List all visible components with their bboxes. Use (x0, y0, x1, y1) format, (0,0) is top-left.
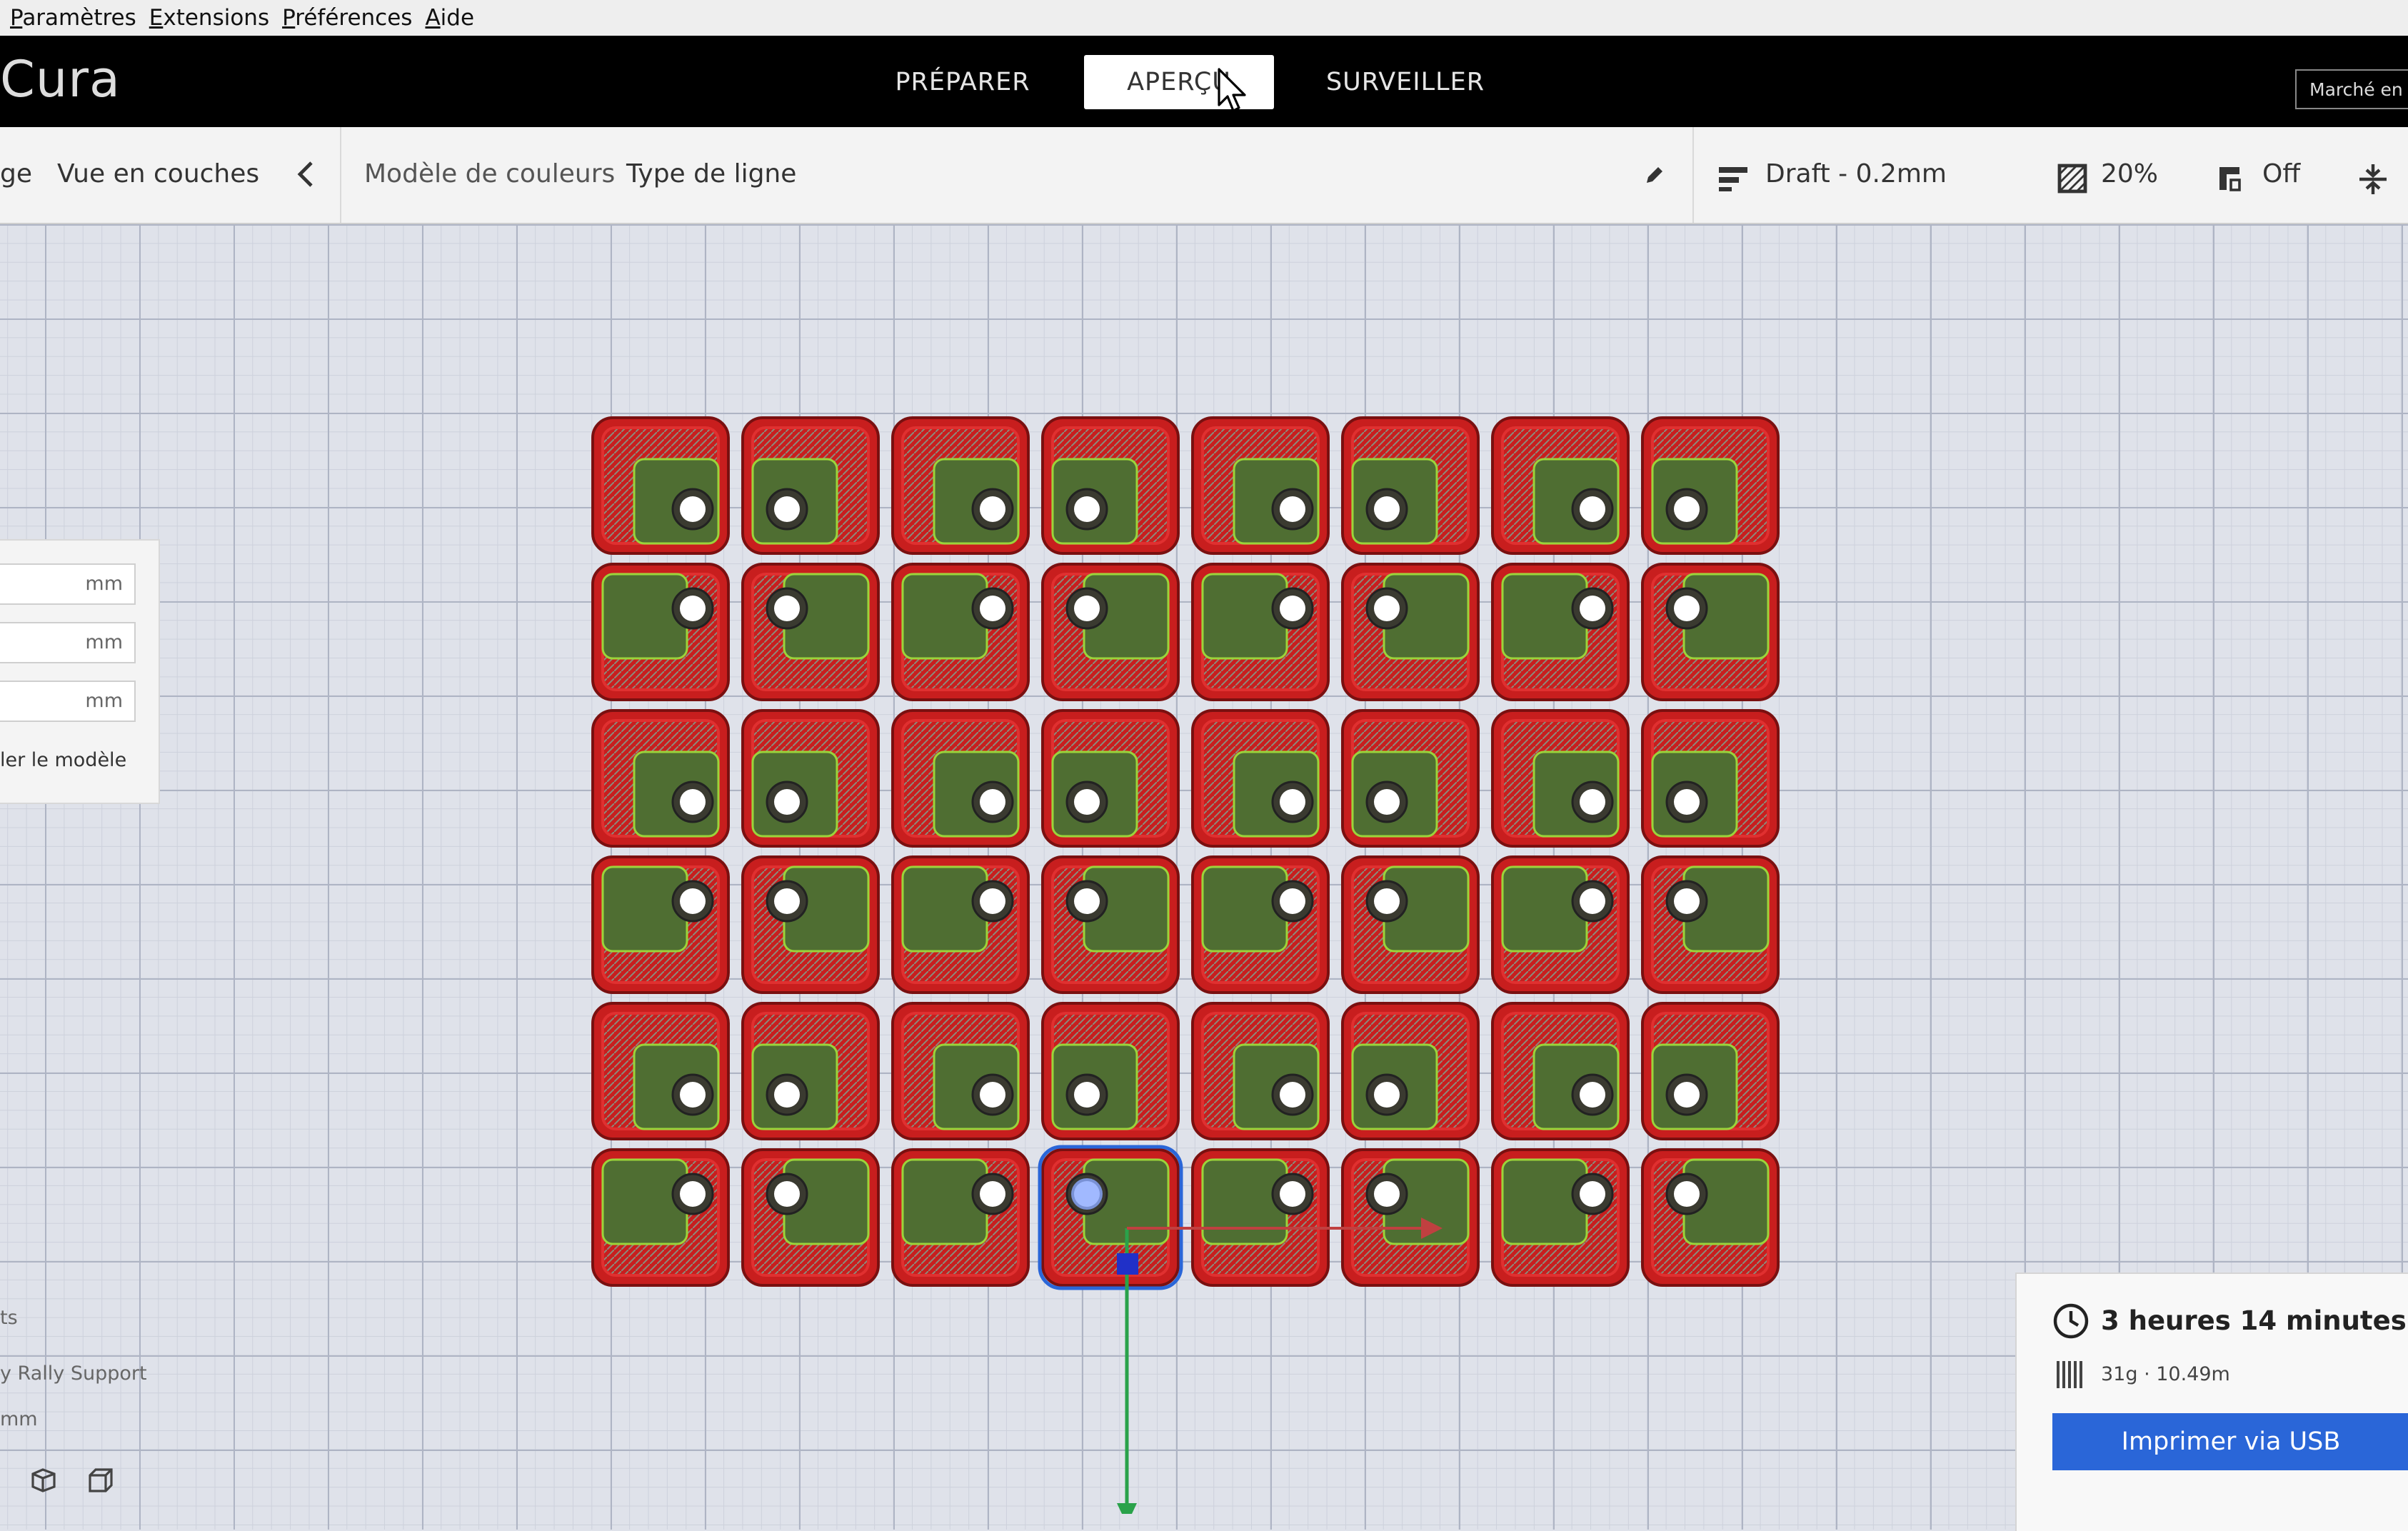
sliced-model[interactable] (741, 1148, 880, 1287)
support-value[interactable]: Off (2262, 159, 2300, 189)
header-bar: Cura PRÉPARER APERÇU SURVEILLER Marché e… (0, 36, 2408, 127)
view-type-select[interactable]: Vue en couches (57, 159, 259, 189)
sliced-model[interactable] (1491, 563, 1630, 701)
sliced-model[interactable] (741, 563, 880, 701)
sliced-model[interactable] (1491, 855, 1630, 994)
profile-value[interactable]: Draft - 0.2mm (1765, 159, 1947, 189)
menu-preferences[interactable]: Préférences (282, 5, 412, 31)
sliced-model[interactable] (1191, 563, 1330, 701)
scale-y-field[interactable]: mm (0, 622, 136, 663)
menu-extensions[interactable]: Extensions (149, 5, 269, 31)
filament-icon (2057, 1361, 2082, 1388)
menu-parametres[interactable]: Paramètres (10, 5, 136, 31)
sliced-model[interactable] (891, 1148, 1030, 1287)
print-usb-button[interactable]: Imprimer via USB (2052, 1413, 2408, 1470)
menu-aide[interactable]: Aide (425, 5, 474, 31)
sliced-model[interactable] (1491, 709, 1630, 848)
sliced-models[interactable] (586, 411, 1800, 1514)
infill-value[interactable]: 20% (2101, 159, 2158, 189)
tab-monitor[interactable]: SURVEILLER (1313, 55, 1498, 109)
sliced-model[interactable] (1341, 1148, 1480, 1287)
left-label-3: mm (0, 1408, 38, 1430)
sliced-model[interactable] (1041, 563, 1180, 701)
sliced-model[interactable] (891, 416, 1030, 555)
sliced-model[interactable] (1491, 1148, 1630, 1287)
sliced-model[interactable] (1191, 1148, 1330, 1287)
sliced-model[interactable] (1641, 563, 1780, 701)
view-toolbar: ge Vue en couches Modèle de couleurs Typ… (0, 127, 2408, 224)
adhesion-icon[interactable] (2357, 163, 2389, 196)
sliced-model[interactable] (591, 855, 730, 994)
sliced-model[interactable] (1641, 1148, 1780, 1287)
sliced-model[interactable] (1491, 1002, 1630, 1140)
sliced-model[interactable] (1191, 709, 1330, 848)
infill-icon (2057, 164, 2087, 194)
sliced-model[interactable] (891, 709, 1030, 848)
sliced-model[interactable] (1191, 416, 1330, 555)
left-label-2: y Rally Support (0, 1362, 147, 1385)
sliced-model[interactable] (891, 855, 1030, 994)
sliced-model[interactable] (1341, 1002, 1480, 1140)
sliced-model[interactable] (1491, 416, 1630, 555)
material-usage: 31g · 10.49m (2101, 1363, 2230, 1385)
sliced-model[interactable] (1041, 855, 1180, 994)
print-info-panel: 3 heures 14 minutes 31g · 10.49m Imprime… (2015, 1273, 2408, 1531)
divider (1692, 127, 1694, 223)
menu-bar: Paramètres Extensions Préférences Aide (0, 0, 2408, 36)
sliced-model[interactable] (1191, 1002, 1330, 1140)
sliced-model[interactable] (891, 1002, 1030, 1140)
sliced-model[interactable] (1641, 709, 1780, 848)
mouse-cursor-icon (1218, 68, 1246, 112)
chevron-left-icon[interactable] (294, 160, 318, 189)
scale-panel: mm mm mm ler le modèle (0, 539, 160, 804)
sliced-model[interactable] (591, 563, 730, 701)
sliced-model[interactable] (1341, 709, 1480, 848)
clock-icon (2053, 1303, 2089, 1339)
view-front-icon[interactable] (86, 1465, 116, 1495)
scale-model-checkbox-label[interactable]: ler le modèle (0, 749, 126, 771)
sliced-model[interactable] (741, 1002, 880, 1140)
profile-icon (1719, 167, 1747, 191)
sliced-model[interactable] (591, 1002, 730, 1140)
sliced-model[interactable] (591, 1148, 730, 1287)
marketplace-button[interactable]: Marché en (2295, 69, 2408, 109)
view-3d-icon[interactable] (29, 1465, 59, 1495)
pencil-icon[interactable] (1644, 164, 1665, 186)
sliced-model[interactable] (891, 563, 1030, 701)
sliced-model[interactable] (1641, 855, 1780, 994)
print-time: 3 heures 14 minutes (2101, 1305, 2407, 1336)
color-scheme-label: Modèle de couleurs (364, 159, 616, 189)
tab-prepare[interactable]: PRÉPARER (877, 55, 1048, 109)
divider (340, 127, 341, 223)
app-title: Cura (0, 50, 121, 109)
sliced-model[interactable] (741, 416, 880, 555)
sliced-model[interactable] (1191, 855, 1330, 994)
color-scheme-select[interactable]: Type de ligne (626, 159, 796, 189)
sliced-model[interactable] (1041, 416, 1180, 555)
sliced-model[interactable] (1341, 855, 1480, 994)
sliced-model[interactable] (1041, 709, 1180, 848)
scale-z-field[interactable]: mm (0, 681, 136, 722)
scale-x-field[interactable]: mm (0, 563, 136, 605)
view-label-fragment: ge (0, 159, 32, 189)
sliced-model[interactable] (1038, 1145, 1183, 1290)
sliced-model[interactable] (1641, 1002, 1780, 1140)
sliced-model[interactable] (1041, 1002, 1180, 1140)
sliced-model[interactable] (1341, 416, 1480, 555)
left-label-1: ts (0, 1307, 18, 1329)
sliced-model[interactable] (1341, 563, 1480, 701)
sliced-model[interactable] (741, 855, 880, 994)
sliced-model[interactable] (591, 709, 730, 848)
support-icon (2219, 167, 2241, 191)
sliced-model[interactable] (741, 709, 880, 848)
sliced-model[interactable] (1641, 416, 1780, 555)
sliced-model[interactable] (591, 416, 730, 555)
